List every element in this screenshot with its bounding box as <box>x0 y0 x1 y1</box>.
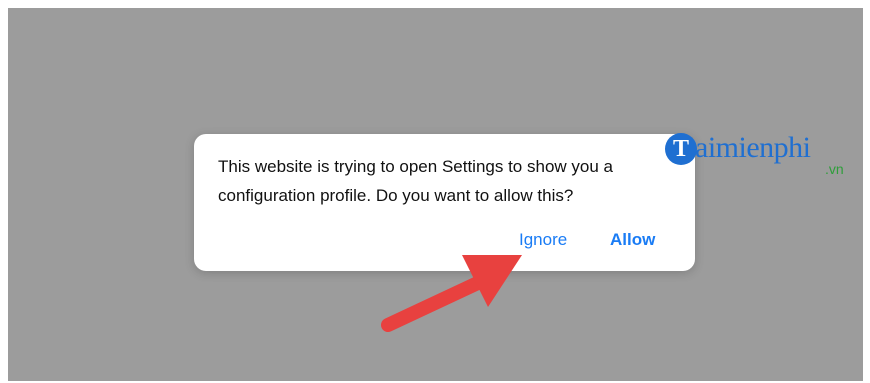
watermark-logo: T aimienphi .vn <box>665 131 865 181</box>
watermark-suffix: .vn <box>825 161 844 177</box>
alert-message: This website is trying to open Settings … <box>218 157 613 205</box>
allow-button[interactable]: Allow <box>610 229 655 251</box>
watermark-badge: T <box>665 133 697 165</box>
red-arrow-icon <box>381 255 522 332</box>
watermark-text: aimienphi <box>695 131 811 164</box>
